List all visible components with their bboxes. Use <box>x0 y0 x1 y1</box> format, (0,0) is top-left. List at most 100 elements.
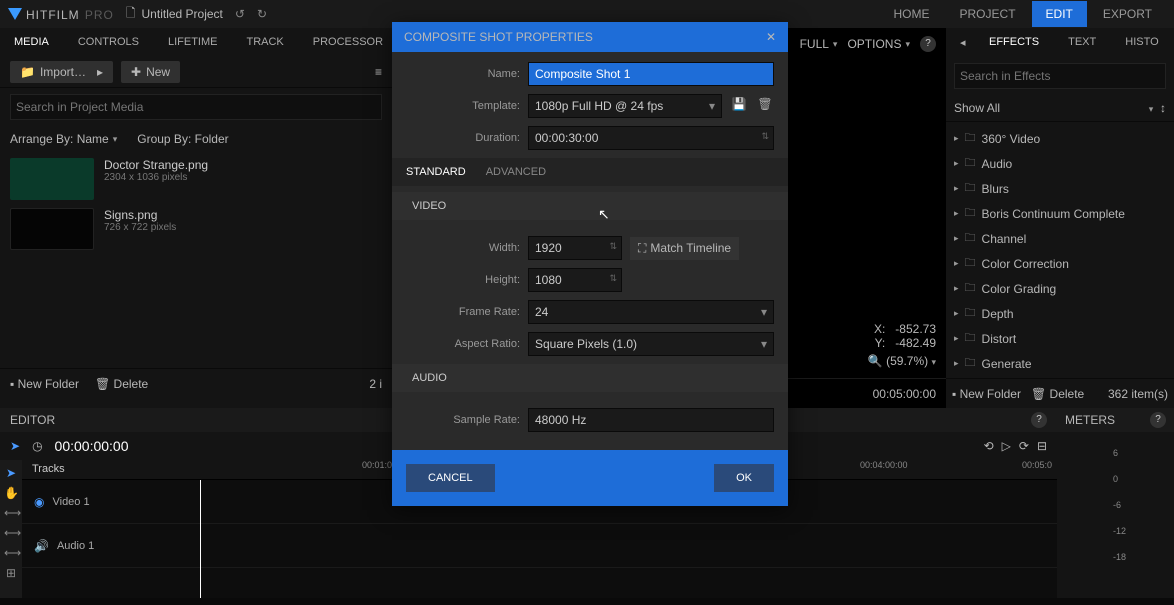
delete-button[interactable]: 🗑 Delete <box>95 377 148 391</box>
clock-icon: ◷ <box>32 439 42 453</box>
nav-home[interactable]: HOME <box>880 1 944 27</box>
name-input[interactable]: Composite Shot 1 <box>528 62 774 86</box>
loop-icon[interactable]: ⊟ <box>1037 439 1047 453</box>
help-icon[interactable]: ? <box>920 36 936 52</box>
expand-icon[interactable]: ▸ <box>954 358 959 369</box>
effects-folder[interactable]: ▸🗀Generate <box>946 351 1174 376</box>
effects-folder[interactable]: ▸🗀Blurs <box>946 176 1174 201</box>
save-template-icon[interactable]: 💾 <box>730 97 748 115</box>
effects-search-input[interactable] <box>954 63 1166 89</box>
expand-icon[interactable]: ▸ <box>954 333 959 344</box>
top-nav: HOME PROJECT EDIT EXPORT <box>880 1 1166 27</box>
nav-export[interactable]: EXPORT <box>1089 1 1166 27</box>
rate-tool-icon[interactable]: ⟷ <box>4 546 18 560</box>
playhead[interactable] <box>200 460 201 598</box>
list-icon[interactable]: ≡ <box>375 65 382 79</box>
cancel-button[interactable]: CANCEL <box>406 464 495 492</box>
audio-track[interactable]: 🔊Audio 1 <box>22 524 1057 568</box>
expand-icon[interactable]: ▸ <box>954 283 959 294</box>
undo-icon[interactable]: ↺ <box>235 7 245 21</box>
tab-media[interactable]: MEDIA <box>0 28 64 56</box>
speaker-icon[interactable]: 🔊 <box>34 539 49 553</box>
audio-section-header: AUDIO <box>392 364 788 392</box>
app-logo: HITFILM PRO <box>8 6 114 23</box>
framerate-dropdown[interactable]: 24 <box>528 300 774 324</box>
slice-tool-icon[interactable]: ⟷ <box>4 506 18 520</box>
import-button[interactable]: 📁Import…▸ <box>10 61 113 83</box>
project-title[interactable]: 🗋 Untitled Project <box>126 4 223 25</box>
width-input[interactable]: 1920 <box>528 236 622 260</box>
help-icon[interactable]: ? <box>1031 412 1047 428</box>
expand-icon[interactable]: ▸ <box>954 258 959 269</box>
tab-processor[interactable]: PROCESSOR <box>299 28 398 56</box>
tab-advanced[interactable]: ADVANCED <box>486 166 546 178</box>
arrange-dropdown[interactable]: Arrange By: Name▾ <box>10 132 117 146</box>
folder-icon: ▪ <box>10 377 14 391</box>
expand-icon[interactable]: ▸ <box>954 233 959 244</box>
tab-effects[interactable]: EFFECTS <box>975 28 1054 57</box>
delete-button[interactable]: 🗑 Delete <box>1031 387 1084 401</box>
aspect-dropdown[interactable]: Square Pixels (1.0) <box>528 332 774 356</box>
delete-template-icon[interactable]: 🗑 <box>756 97 774 115</box>
options-dropdown[interactable]: OPTIONS ▾ <box>847 37 910 51</box>
tab-history[interactable]: HISTO <box>1111 28 1173 57</box>
slip-tool-icon[interactable]: ⟷ <box>4 526 18 540</box>
search-icon[interactable]: 🔍 <box>868 354 883 368</box>
effects-folder[interactable]: ▸🗀Boris Continuum Complete <box>946 201 1174 226</box>
select-tool-icon[interactable]: ➤ <box>4 466 18 480</box>
expand-icon[interactable]: ▸ <box>954 133 959 144</box>
document-icon: 🗋 <box>126 4 136 25</box>
arrow-icon[interactable]: ➤ <box>10 439 20 453</box>
new-folder-button[interactable]: ▪ New Folder <box>952 387 1021 401</box>
media-item[interactable]: Signs.png726 x 722 pixels <box>10 208 382 250</box>
zoom-level[interactable]: (59.7%) <box>886 354 928 368</box>
media-count: 2 i <box>369 377 382 391</box>
samplerate-input[interactable]: 48000 Hz <box>528 408 774 432</box>
redo-icon[interactable]: ↻ <box>257 7 267 21</box>
media-item[interactable]: Doctor Strange.png2304 x 1036 pixels <box>10 158 382 200</box>
group-dropdown[interactable]: Group By: Folder <box>137 132 228 146</box>
play-icon[interactable]: ▷ <box>1002 439 1011 453</box>
samplerate-label: Sample Rate: <box>406 414 520 426</box>
duration-input[interactable]: 00:00:30:00 <box>528 126 774 150</box>
media-search-input[interactable] <box>10 94 382 120</box>
expand-icon[interactable]: ▸ <box>954 208 959 219</box>
new-button[interactable]: ✚New <box>121 61 180 83</box>
tab-controls[interactable]: CONTROLS <box>64 28 154 56</box>
snap-tool-icon[interactable]: ⊞ <box>4 566 18 580</box>
timecode[interactable]: 00:00:00:00 <box>55 438 129 454</box>
nav-left-icon[interactable]: ◂ <box>946 28 975 57</box>
app-name: HITFILM PRO <box>26 6 114 23</box>
effects-folder[interactable]: ▸🗀Depth <box>946 301 1174 326</box>
expand-icon[interactable]: ▸ <box>954 183 959 194</box>
effects-folder[interactable]: ▸🗀Color Grading <box>946 276 1174 301</box>
help-icon[interactable]: ? <box>1150 412 1166 428</box>
next-frame-icon[interactable]: ⟳ <box>1019 439 1029 453</box>
nav-project[interactable]: PROJECT <box>946 1 1030 27</box>
framerate-label: Frame Rate: <box>406 306 520 318</box>
height-input[interactable]: 1080 <box>528 268 622 292</box>
match-timeline-button[interactable]: ⛶Match Timeline <box>630 237 739 260</box>
tab-standard[interactable]: STANDARD <box>406 166 466 178</box>
show-all-dropdown[interactable]: Show All▾ ↕ <box>946 95 1174 122</box>
hand-tool-icon[interactable]: ✋ <box>4 486 18 500</box>
dialog-title: COMPOSITE SHOT PROPERTIES <box>404 30 593 44</box>
tab-lifetime[interactable]: LIFETIME <box>154 28 233 56</box>
expand-icon[interactable]: ▸ <box>954 158 959 169</box>
tab-text[interactable]: TEXT <box>1054 28 1111 57</box>
template-dropdown[interactable]: 1080p Full HD @ 24 fps <box>528 94 722 118</box>
eye-icon[interactable]: ◉ <box>34 495 44 509</box>
expand-icon[interactable]: ▸ <box>954 308 959 319</box>
ok-button[interactable]: OK <box>714 464 774 492</box>
effects-folder[interactable]: ▸🗀Color Correction <box>946 251 1174 276</box>
new-folder-button[interactable]: ▪ New Folder <box>10 377 79 391</box>
effects-folder[interactable]: ▸🗀Channel <box>946 226 1174 251</box>
nav-edit[interactable]: EDIT <box>1032 1 1087 27</box>
prev-frame-icon[interactable]: ⟲ <box>984 439 994 453</box>
tab-track[interactable]: TRACK <box>232 28 298 56</box>
effects-folder[interactable]: ▸🗀Distort <box>946 326 1174 351</box>
effects-folder[interactable]: ▸🗀360° Video <box>946 126 1174 151</box>
close-icon[interactable]: ✕ <box>766 30 776 44</box>
effects-folder[interactable]: ▸🗀Audio <box>946 151 1174 176</box>
full-dropdown[interactable]: FULL ▾ <box>800 37 838 51</box>
